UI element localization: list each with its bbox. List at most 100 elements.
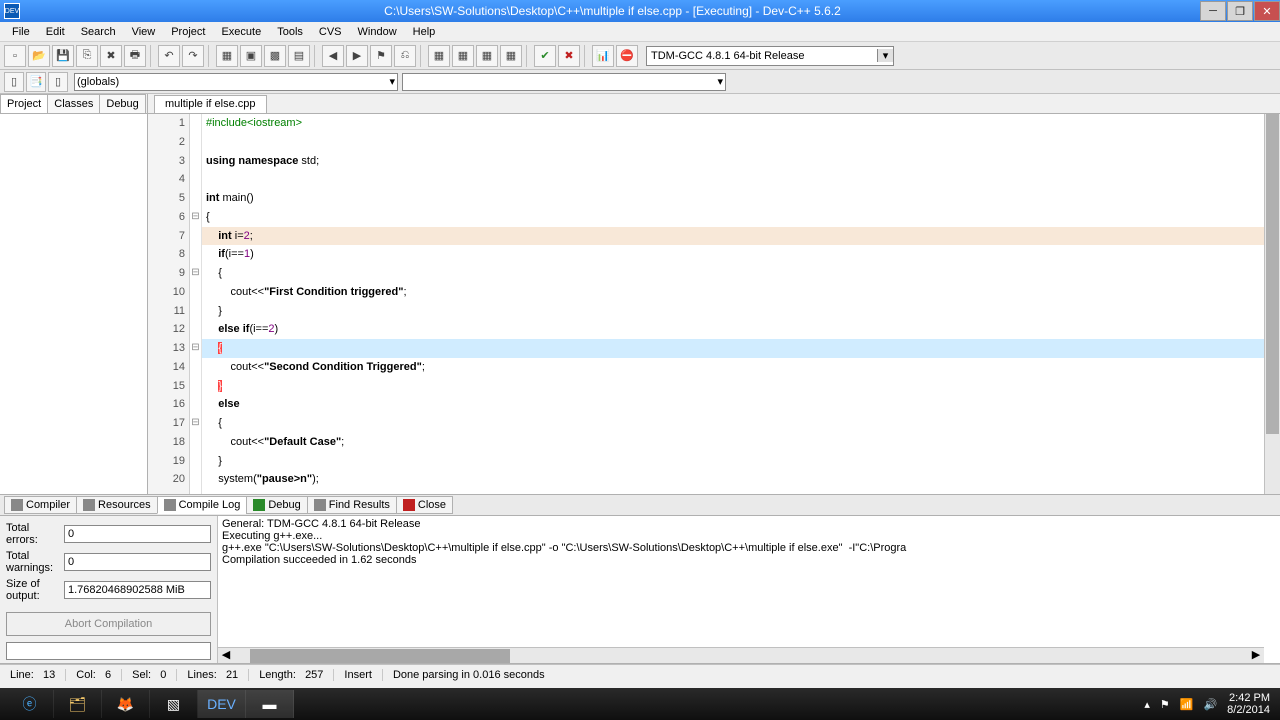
check-icon[interactable]: ✔ [534,45,556,67]
log-icon [164,499,176,511]
goto2-icon[interactable]: ▯ [48,72,68,92]
compiler-icon [11,499,23,511]
editor-vscroll[interactable] [1264,114,1280,494]
code-editor[interactable]: 1234567891011121314151617181920 ⊟⊟⊟⊟ #in… [148,114,1280,494]
menu-window[interactable]: Window [350,24,405,40]
errors-label: Total errors: [6,522,60,546]
ie-icon[interactable]: ⓔ [6,690,54,718]
new-file-icon[interactable]: ▫ [4,45,26,67]
redo-icon[interactable]: ↷ [182,45,204,67]
menu-cvs[interactable]: CVS [311,24,350,40]
save-icon[interactable]: 💾 [52,45,74,67]
size-label: Size of output: [6,578,60,602]
tab-debug[interactable]: Debug [99,94,145,113]
grid1-icon[interactable]: ▦ [428,45,450,67]
explorer-icon[interactable]: 🗂 [54,690,102,718]
left-panel: Project Classes Debug [0,94,148,494]
toolbar-main: ▫ 📂 💾 ⎘ ✖ 🖶 ↶ ↷ ▦ ▣ ▩ ▤ ◀ ▶ ⚑ ⎌ ▦ ▦ ▦ ▦ … [0,42,1280,70]
firefox-icon[interactable]: 🦊 [102,690,150,718]
chevron-down-icon: ▾ [717,75,723,88]
line-gutter: 1234567891011121314151617181920 [148,114,190,494]
undo-icon[interactable]: ↶ [158,45,180,67]
run-icon[interactable]: ▣ [240,45,262,67]
close-file-icon[interactable]: ✖ [100,45,122,67]
compiler-select-value: TDM-GCC 4.8.1 64-bit Release [651,50,804,62]
print-icon[interactable]: 🖶 [124,45,146,67]
tray-up-icon[interactable]: ▴ [1144,698,1150,711]
goto-icon[interactable]: ⎌ [394,45,416,67]
app-icon: DEV [4,3,20,19]
compile-stats: Total errors: Total warnings: Size of ou… [0,516,218,663]
close-icon [403,499,415,511]
taskbar: ⓔ 🗂 🦊 ▧ DEV ▬ ▴ ⚑ 📶 🔊 2:42 PM 8/2/2014 [0,688,1280,720]
log-hscroll[interactable]: ◀▶ [218,647,1264,663]
console-icon[interactable]: ▬ [246,690,294,718]
bookmark-icon[interactable]: ⚑ [370,45,392,67]
window-title: C:\Users\SW-Solutions\Desktop\C++\multip… [26,4,1199,18]
tab-compiler[interactable]: Compiler [4,496,77,514]
cancel-icon[interactable]: ✖ [558,45,580,67]
forward-icon[interactable]: ▶ [346,45,368,67]
tab-classes[interactable]: Classes [47,94,100,113]
menu-tools[interactable]: Tools [269,24,311,40]
delete-profile-icon[interactable]: ⛔ [616,45,638,67]
profile-icon[interactable]: 📊 [592,45,614,67]
open-file-icon[interactable]: 📂 [28,45,50,67]
tray-network-icon[interactable]: 📶 [1180,698,1194,711]
scope-select-value: (globals) [77,76,119,88]
minimize-button[interactable]: ─ [1200,1,1226,21]
size-value [64,581,211,599]
tab-close[interactable]: Close [396,496,453,514]
titlebar: DEV C:\Users\SW-Solutions\Desktop\C++\mu… [0,0,1280,22]
bottom-tabs: Compiler Resources Compile Log Debug Fin… [0,494,1280,516]
recorder-icon[interactable]: ▧ [150,690,198,718]
menu-help[interactable]: Help [405,24,444,40]
progress-bar [6,642,211,660]
menu-edit[interactable]: Edit [38,24,73,40]
compile-log[interactable]: General: TDM-GCC 4.8.1 64-bit Release Ex… [218,516,1280,663]
menubar: File Edit Search View Project Execute To… [0,22,1280,42]
menu-project[interactable]: Project [163,24,213,40]
tab-resources[interactable]: Resources [76,496,158,514]
chevron-down-icon: ▾ [877,49,893,62]
compiler-select[interactable]: TDM-GCC 4.8.1 64-bit Release ▾ [646,46,894,66]
insert-icon[interactable]: ▯ [4,72,24,92]
grid3-icon[interactable]: ▦ [476,45,498,67]
tray-volume-icon[interactable]: 🔊 [1203,698,1217,711]
file-tab[interactable]: multiple if else.cpp [154,95,267,113]
tab-project[interactable]: Project [0,94,48,113]
tray-flag-icon[interactable]: ⚑ [1160,698,1170,711]
find-icon [314,499,326,511]
scope-select[interactable]: (globals) ▾ [74,73,398,91]
chevron-down-icon: ▾ [389,75,395,88]
fold-gutter[interactable]: ⊟⊟⊟⊟ [190,114,202,494]
resources-icon [83,499,95,511]
warnings-value [64,553,211,571]
abort-button[interactable]: Abort Compilation [6,612,211,636]
tab-debug-bottom[interactable]: Debug [246,496,307,514]
menu-search[interactable]: Search [73,24,124,40]
close-button[interactable]: ✕ [1254,1,1280,21]
toolbar-scope: ▯ 📑 ▯ (globals) ▾ ▾ [0,70,1280,94]
grid2-icon[interactable]: ▦ [452,45,474,67]
menu-file[interactable]: File [4,24,38,40]
save-all-icon[interactable]: ⎘ [76,45,98,67]
grid4-icon[interactable]: ▦ [500,45,522,67]
warnings-label: Total warnings: [6,550,60,574]
statusbar: Line: 13 Col: 6 Sel: 0 Lines: 21 Length:… [0,664,1280,684]
tab-find-results[interactable]: Find Results [307,496,397,514]
maximize-button[interactable]: ❐ [1227,1,1253,21]
compile-icon[interactable]: ▦ [216,45,238,67]
tab-compile-log[interactable]: Compile Log [157,496,248,514]
rebuild-icon[interactable]: ▤ [288,45,310,67]
compile-run-icon[interactable]: ▩ [264,45,286,67]
clock[interactable]: 2:42 PM 8/2/2014 [1227,692,1270,716]
bookmark2-icon[interactable]: 📑 [26,72,46,92]
member-select[interactable]: ▾ [402,73,726,91]
menu-view[interactable]: View [124,24,164,40]
errors-value [64,525,211,543]
debug-icon [253,499,265,511]
menu-execute[interactable]: Execute [213,24,269,40]
back-icon[interactable]: ◀ [322,45,344,67]
devcpp-icon[interactable]: DEV [198,690,246,718]
